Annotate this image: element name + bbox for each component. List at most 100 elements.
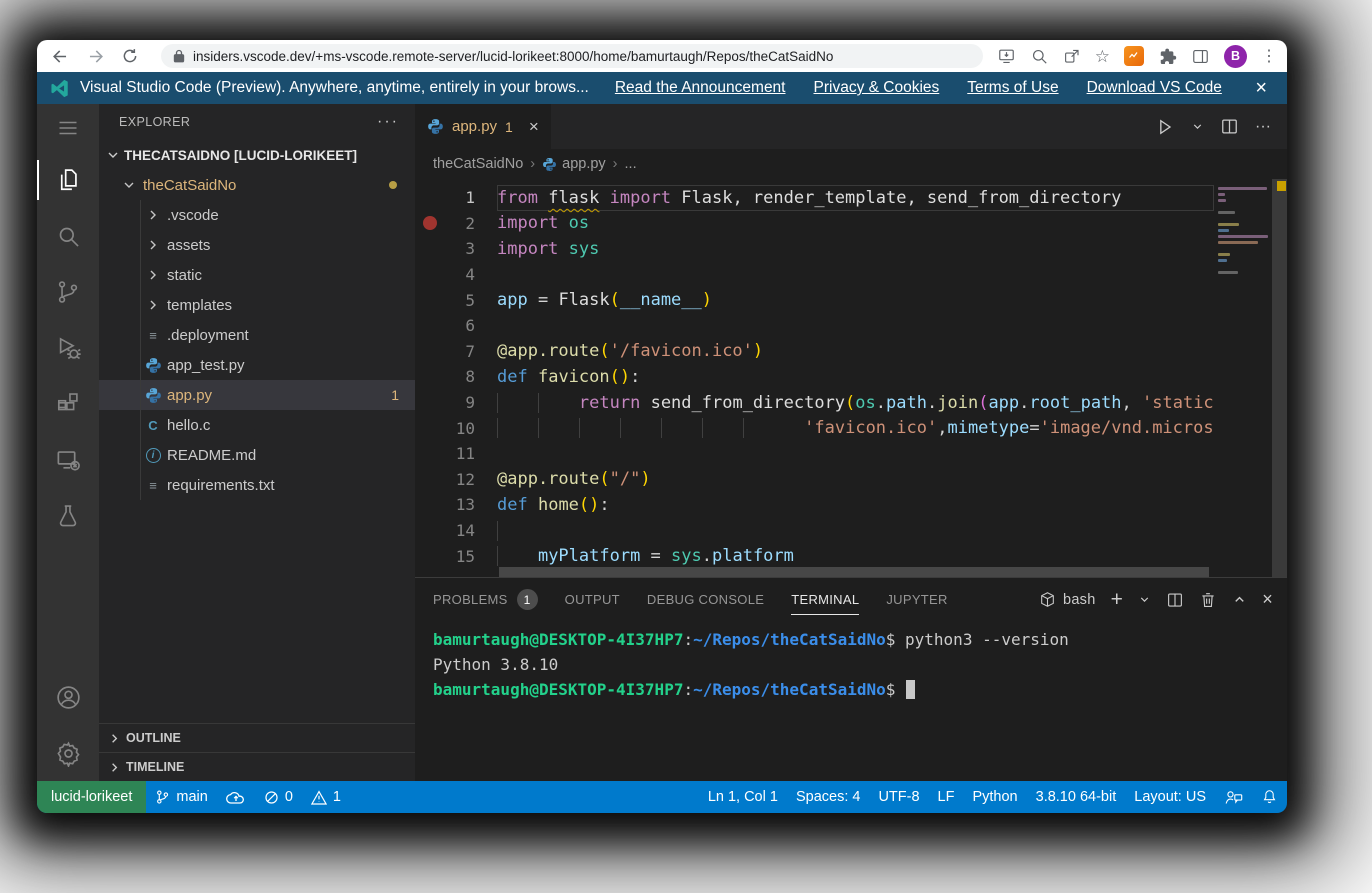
warning-count[interactable]: 1 — [302, 781, 350, 813]
remote-explorer-icon[interactable] — [37, 432, 99, 488]
git-branch[interactable]: main — [146, 781, 216, 813]
split-terminal-icon[interactable] — [1166, 591, 1184, 609]
extension-orange-icon[interactable] — [1124, 46, 1144, 66]
terminal-dropdown-chevron-icon[interactable] — [1138, 593, 1151, 606]
settings-icon[interactable] — [37, 725, 99, 781]
breadcrumb-item[interactable]: app.py — [542, 156, 606, 172]
feedback-icon[interactable] — [1215, 781, 1252, 813]
tree-item-README.md[interactable]: iREADME.md — [99, 440, 415, 470]
cloud-icon — [226, 790, 246, 805]
breadcrumb-separator: › — [613, 156, 618, 172]
banner-link[interactable]: Read the Announcement — [615, 79, 786, 97]
banner-link[interactable]: Privacy & Cookies — [814, 79, 940, 97]
account-icon[interactable] — [37, 669, 99, 725]
encoding[interactable]: UTF-8 — [869, 781, 928, 813]
publish-changes[interactable] — [217, 781, 255, 813]
remote-indicator[interactable]: lucid-lorikeet — [37, 781, 146, 813]
text-file-icon: ≡ — [143, 478, 163, 493]
cursor-position[interactable]: Ln 1, Col 1 — [699, 781, 787, 813]
python-interpreter[interactable]: 3.8.10 64-bit — [1027, 781, 1126, 813]
lock-icon — [173, 49, 185, 63]
code-editor[interactable]: 123456789101112131415 from flask import … — [415, 179, 1287, 577]
panel-tab-terminal[interactable]: TERMINAL — [791, 578, 859, 621]
install-icon[interactable] — [997, 47, 1016, 66]
browser-toolbar: insiders.vscode.dev/+ms-vscode.remote-se… — [37, 40, 1287, 72]
bottom-panel: PROBLEMS1 OUTPUT DEBUG CONSOLE TERMINAL JUPY… — [415, 577, 1287, 781]
terminal-cursor — [906, 680, 915, 699]
eol[interactable]: LF — [929, 781, 964, 813]
forward-icon[interactable] — [86, 47, 105, 66]
close-panel-icon[interactable]: × — [1262, 589, 1273, 610]
indentation[interactable]: Spaces: 4 — [787, 781, 870, 813]
panel-tab-debug-console[interactable]: DEBUG CONSOLE — [647, 578, 764, 621]
browser-avatar[interactable]: B — [1224, 45, 1247, 68]
testing-icon[interactable] — [37, 488, 99, 544]
run-button[interactable] — [1155, 117, 1175, 137]
outline-section[interactable]: OUTLINE — [99, 723, 415, 752]
split-editor-icon[interactable] — [1220, 117, 1239, 136]
minimap-line — [1218, 211, 1235, 214]
menu-dots-icon[interactable]: ⋮ — [1261, 46, 1277, 66]
tree-item-.deployment[interactable]: ≡.deployment — [99, 320, 415, 350]
minimap-line — [1218, 271, 1238, 274]
tree-item-theCatSaidNo[interactable]: theCatSaidNo — [99, 170, 415, 200]
horizontal-scrollbar[interactable] — [499, 567, 1209, 577]
tree-item-app.py[interactable]: app.py1 — [99, 380, 415, 410]
shell-selector[interactable]: bash — [1039, 591, 1096, 608]
tab-close-icon[interactable]: × — [529, 117, 539, 137]
tree-item-static[interactable]: static — [99, 260, 415, 290]
panel-tab-problems[interactable]: PROBLEMS1 — [433, 578, 538, 621]
side-panel-icon[interactable] — [1191, 47, 1210, 66]
address-bar[interactable]: insiders.vscode.dev/+ms-vscode.remote-se… — [161, 44, 983, 68]
banner-close-icon[interactable]: × — [1249, 77, 1273, 100]
puzzle-icon[interactable] — [1158, 47, 1177, 66]
zoom-icon[interactable] — [1030, 47, 1049, 66]
more-actions-icon[interactable]: ··· — [1255, 118, 1271, 136]
editor-scrollbar[interactable] — [1272, 179, 1287, 577]
run-debug-icon[interactable] — [37, 320, 99, 376]
tree-item-hello.c[interactable]: Chello.c — [99, 410, 415, 440]
run-dropdown-chevron-icon[interactable] — [1191, 120, 1204, 133]
sidebar-more-icon[interactable]: ··· — [377, 113, 399, 131]
banner-link[interactable]: Download VS Code — [1087, 79, 1222, 97]
terminal[interactable]: bamurtaugh@DESKTOP-4I37HP7:~/Repos/theCa… — [415, 621, 1287, 781]
tree-item-templates[interactable]: templates — [99, 290, 415, 320]
new-terminal-icon[interactable]: + — [1111, 589, 1124, 610]
extensions-icon[interactable] — [37, 376, 99, 432]
menu-icon[interactable] — [37, 104, 99, 152]
code-line: myPlatform = sys.platform — [497, 543, 1214, 569]
code-line: from flask import Flask, render_template… — [497, 185, 1214, 211]
tree-item-requirements.txt[interactable]: ≡requirements.txt — [99, 470, 415, 500]
language-mode[interactable]: Python — [963, 781, 1026, 813]
back-icon[interactable] — [51, 47, 70, 66]
browser-actions: ☆ B ⋮ — [997, 45, 1277, 68]
panel-tab-jupyter[interactable]: JUPYTER — [886, 578, 947, 621]
minimap-line — [1218, 235, 1268, 238]
keyboard-layout[interactable]: Layout: US — [1125, 781, 1215, 813]
breadcrumb-item[interactable]: ... — [625, 156, 637, 172]
reload-icon[interactable] — [121, 47, 139, 65]
share-icon[interactable] — [1063, 47, 1081, 65]
code-line: return send_from_directory(os.path.join(… — [497, 390, 1214, 416]
kill-terminal-icon[interactable] — [1199, 591, 1217, 609]
star-icon[interactable]: ☆ — [1095, 48, 1110, 65]
tree-item-app_test.py[interactable]: app_test.py — [99, 350, 415, 380]
breadcrumb-item[interactable]: theCatSaidNo — [433, 156, 523, 172]
tree-item-assets[interactable]: assets — [99, 230, 415, 260]
maximize-panel-icon[interactable] — [1232, 592, 1247, 607]
breakpoint-icon[interactable] — [423, 216, 437, 230]
timeline-section[interactable]: TIMELINE — [99, 752, 415, 781]
minimap[interactable] — [1214, 179, 1272, 577]
tab-app-py[interactable]: app.py 1 × — [415, 104, 551, 149]
banner-link[interactable]: Terms of Use — [967, 79, 1058, 97]
gutter-line: 5 — [415, 287, 497, 313]
explorer-icon[interactable] — [37, 152, 99, 208]
tree-item-.vscode[interactable]: .vscode — [99, 200, 415, 230]
notifications-bell[interactable] — [1252, 781, 1287, 813]
search-icon[interactable] — [37, 208, 99, 264]
source-control-icon[interactable] — [37, 264, 99, 320]
error-count[interactable]: 0 — [255, 781, 302, 813]
timeline-label: TIMELINE — [126, 760, 184, 774]
workspace-root[interactable]: THECATSAIDNO [LUCID-LORIKEET] — [99, 140, 415, 170]
panel-tab-output[interactable]: OUTPUT — [565, 578, 620, 621]
